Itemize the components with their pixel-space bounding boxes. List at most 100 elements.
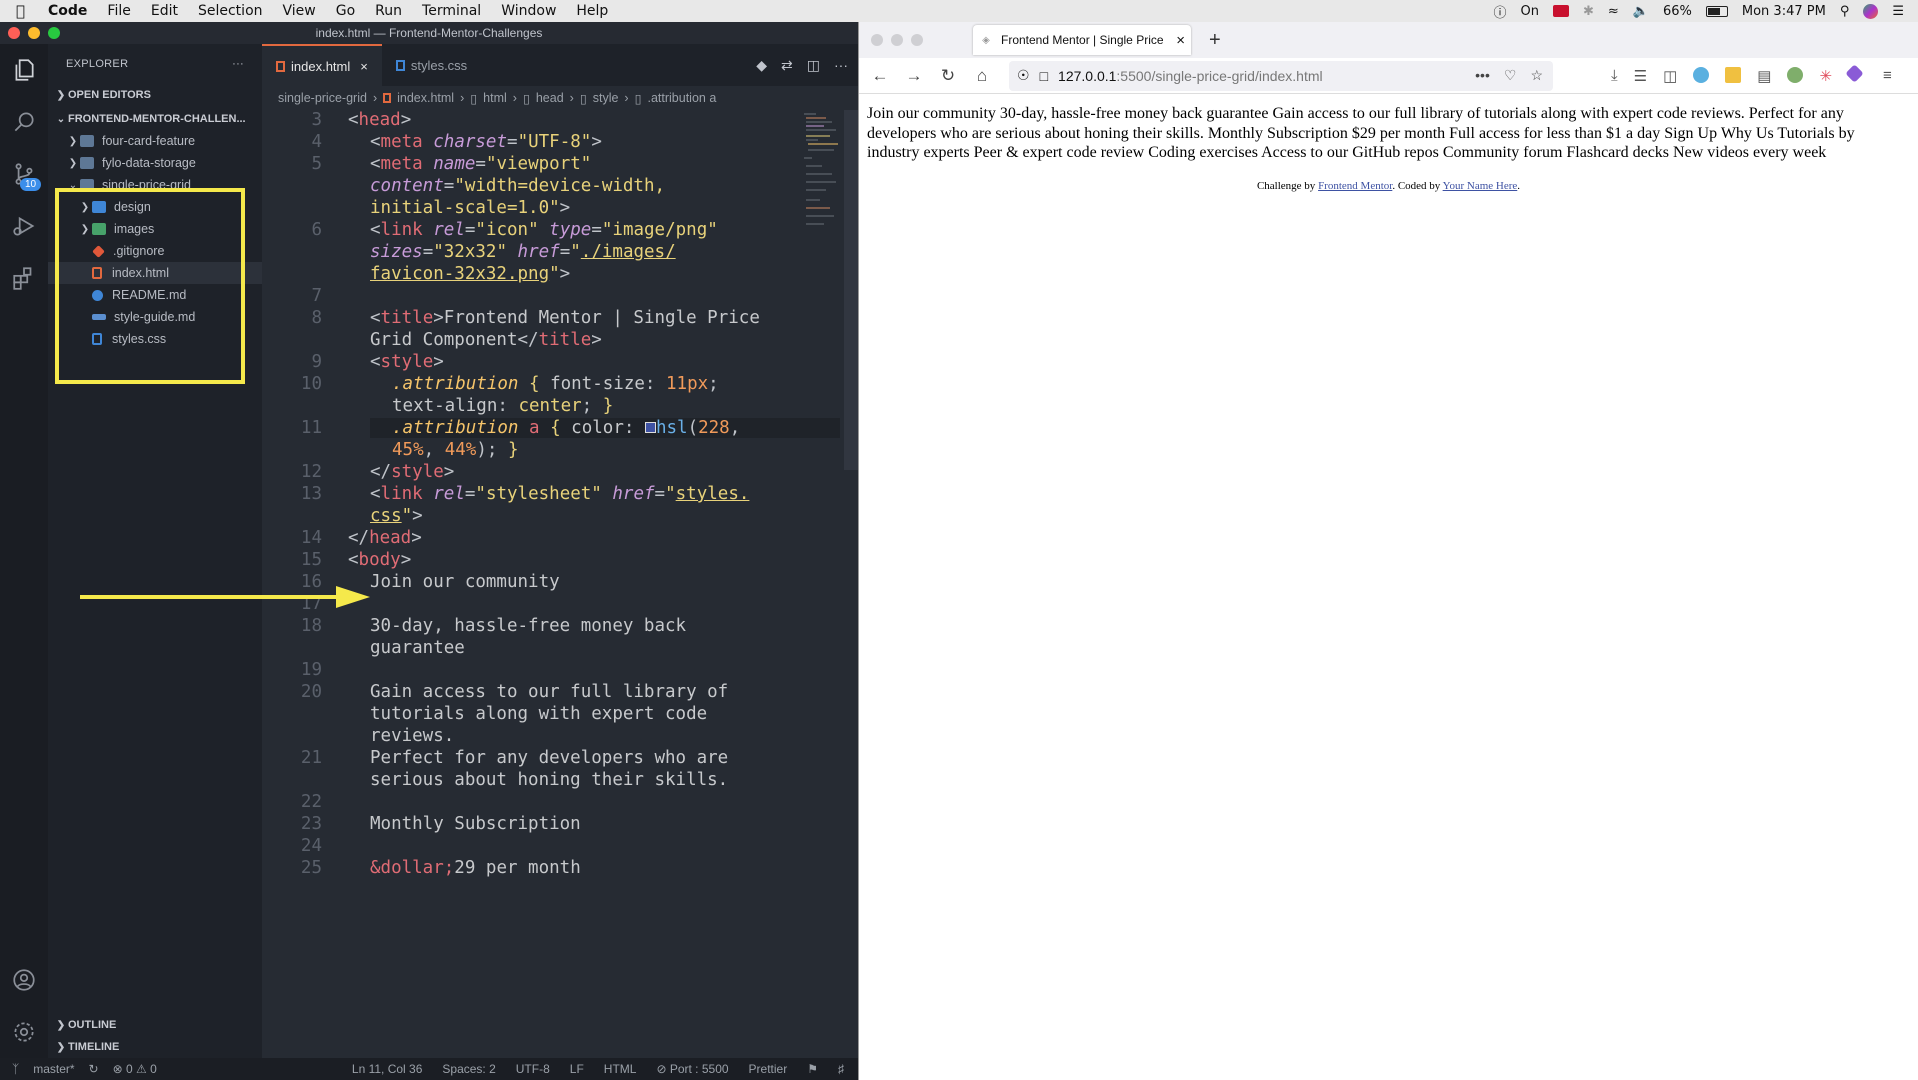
source-control-icon[interactable]: 10 [0,148,48,200]
language-mode[interactable]: HTML [604,1062,637,1076]
menu-help[interactable]: Help [566,3,618,19]
tab-index-html[interactable]: index.html × [262,44,382,86]
bluetooth-icon[interactable]: ✱ [1583,4,1594,19]
menu-edit[interactable]: Edit [141,3,188,19]
color-swatch-icon[interactable] [644,422,656,433]
wifi-icon[interactable]: ≈ [1608,4,1619,19]
forward-arrow-icon[interactable]: → [899,66,929,86]
folder-four-card-feature[interactable]: ❯ four-card-feature [48,130,262,152]
page-actions-button[interactable]: ••• [1475,67,1490,84]
folder-fylo-data-storage[interactable]: ❯ fylo-data-storage [48,152,262,174]
open-editors-section[interactable]: ❯ OPEN EDITORS [48,84,262,106]
line-number: 22 [300,792,322,812]
spotlight-icon[interactable]: ⚲ [1840,4,1850,19]
breadcrumb-item[interactable]: html [483,91,507,105]
reload-icon[interactable]: ↻ [933,66,963,86]
close-window-button[interactable] [871,34,883,46]
pocket-icon[interactable]: ♡ [1504,67,1517,84]
cursor-position[interactable]: Ln 11, Col 36 [352,1062,423,1076]
menu-file[interactable]: File [97,3,140,19]
line-ending[interactable]: LF [570,1062,584,1076]
breadcrumb-item[interactable]: head [536,91,564,105]
browser-tab[interactable]: ◈ Frontend Mentor | Single Price × [973,25,1191,55]
bookmark-star-icon[interactable]: ☆ [1530,67,1543,84]
focus-icon[interactable]: ⓘ [1493,2,1506,21]
breadcrumb-item[interactable]: index.html [397,91,454,105]
zoom-window-button[interactable] [911,34,923,46]
prettier-status[interactable]: Prettier [749,1062,788,1076]
accounts-icon[interactable] [0,954,48,1006]
run-debug-icon[interactable] [0,200,48,252]
git-branch[interactable]: master* [33,1062,74,1076]
sync-icon[interactable]: ↻ [89,1062,99,1076]
notifications-bell-icon[interactable]: ♯ [838,1062,844,1076]
tab-close-button[interactable]: × [1176,32,1185,49]
git-branch-icon[interactable]: ᛉ [12,1062,19,1076]
open-changes-icon[interactable]: ⇄ [781,57,793,74]
indentation[interactable]: Spaces: 2 [442,1062,495,1076]
volume-icon[interactable]: 🔈 [1633,4,1649,19]
workspace-section[interactable]: ⌄ FRONTEND-MENTOR-CHALLEN... [48,108,262,130]
menu-selection[interactable]: Selection [188,3,273,19]
sidebar-icon[interactable]: ◫ [1663,67,1677,85]
outline-section[interactable]: ❯ OUTLINE [48,1014,262,1036]
breadcrumb-item[interactable]: .attribution a [647,91,716,105]
split-editor-icon[interactable]: ◫ [807,57,820,74]
minimap[interactable] [802,110,842,240]
timeline-section[interactable]: ❯ TIMELINE [48,1036,262,1058]
feedback-icon[interactable]: ⚑ [807,1062,818,1076]
breadcrumb-item[interactable]: single-price-grid [278,91,367,105]
new-tab-button[interactable]: + [1209,29,1221,52]
chevron-right-icon: › [512,91,517,105]
user-avatar-icon[interactable] [1863,3,1879,19]
frontend-mentor-link[interactable]: Frontend Mentor [1318,180,1392,192]
library-icon[interactable]: ☰ [1634,67,1647,85]
author-link[interactable]: Your Name Here [1443,180,1518,192]
battery-icon[interactable] [1705,5,1728,17]
menu-app-code[interactable]: Code [38,3,97,19]
menu-view[interactable]: View [273,3,326,19]
extension-note-icon[interactable] [1725,66,1742,83]
back-arrow-icon[interactable]: ← [865,66,895,86]
tab-close-button[interactable]: × [360,59,368,74]
explorer-icon[interactable] [0,44,48,96]
live-server-port[interactable]: ⊘ Port : 5500 [656,1062,728,1076]
hamburger-menu-icon[interactable]: ≡ [1883,67,1892,85]
battery-percent[interactable]: 66% [1663,4,1692,19]
code-line: .attribution { font-size: 11px; [392,374,719,394]
minimize-window-button[interactable] [891,34,903,46]
search-icon[interactable] [0,96,48,148]
url-bar[interactable]: ☉ □ 127.0.0.1:5500/single-price-grid/ind… [1009,60,1553,91]
menu-run[interactable]: Run [365,3,412,19]
editor-scrollbar[interactable] [844,110,858,470]
extension-star-icon[interactable]: ✳ [1819,67,1832,85]
home-icon[interactable]: ⌂ [967,66,997,86]
css-file-icon [395,59,405,71]
shield-icon[interactable]: ☉ [1017,67,1030,84]
apple-icon[interactable]:  [16,2,38,20]
flag-icon[interactable] [1552,5,1569,17]
clock[interactable]: Mon 3:47 PM [1742,4,1826,19]
source-diff-icon[interactable]: ◆ [756,57,767,74]
extension-shield-icon[interactable] [1787,66,1804,83]
attribution-text: . [1517,179,1521,192]
menu-terminal[interactable]: Terminal [412,3,491,19]
encoding[interactable]: UTF-8 [516,1062,550,1076]
extension-cube-icon[interactable] [1845,63,1864,83]
settings-gear-icon[interactable] [0,1006,48,1058]
extensions-icon[interactable] [0,252,48,304]
control-center-icon[interactable]: ☰ [1892,4,1904,19]
extension-doc-icon[interactable]: ▤ [1757,67,1771,85]
menu-go[interactable]: Go [326,3,365,19]
more-actions-icon[interactable]: ··· [834,57,848,73]
downloads-icon[interactable]: ⤓ [1611,67,1618,85]
page-info-icon[interactable]: □ [1040,68,1048,84]
explorer-header: EXPLORER ··· [48,44,262,84]
menu-window[interactable]: Window [491,3,566,19]
tab-styles-css[interactable]: styles.css [382,44,481,86]
explorer-more-button[interactable]: ··· [232,58,244,70]
code-line: <head> [348,110,412,130]
breadcrumb-item[interactable]: style [593,91,619,105]
extension-globe-icon[interactable] [1693,66,1710,83]
problems-indicator[interactable]: ⊗ 0 ⚠ 0 [113,1062,157,1076]
